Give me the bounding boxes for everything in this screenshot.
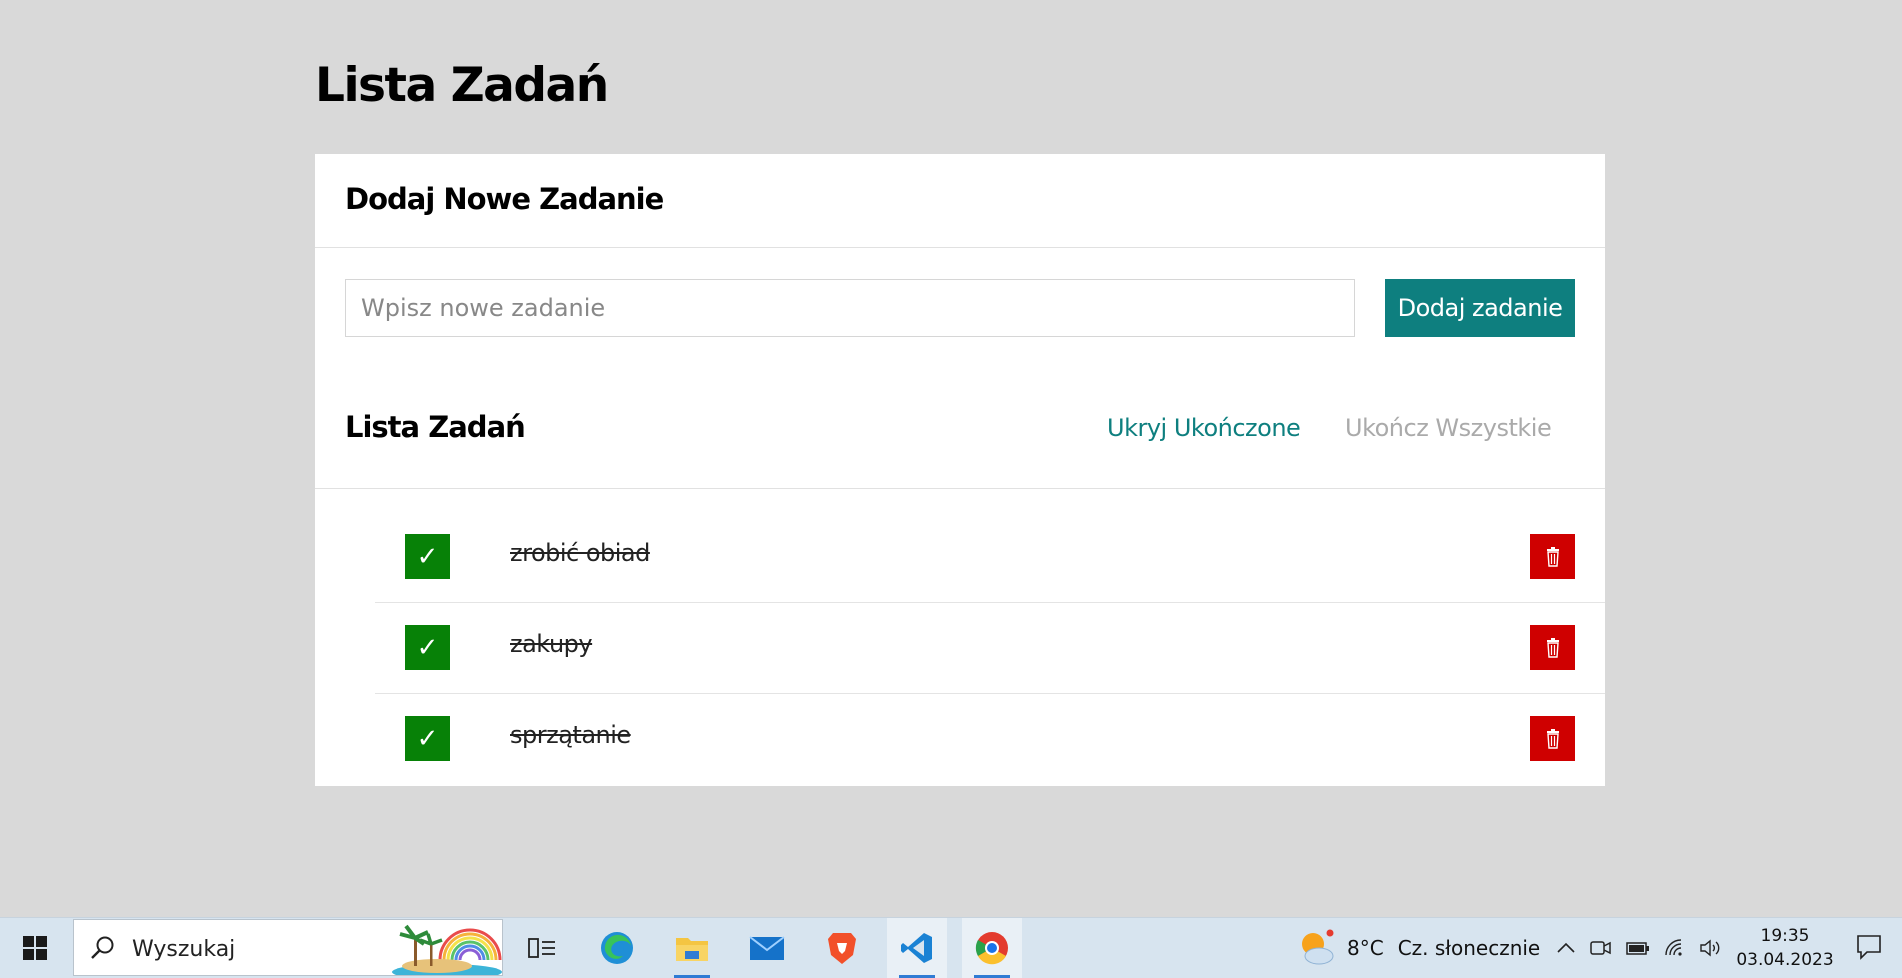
task-list-heading: Lista Zadań: [345, 410, 526, 444]
task-item: ✓ zrobić obiad: [375, 512, 1605, 603]
complete-check-button[interactable]: ✓: [405, 716, 450, 761]
brave-button[interactable]: [812, 918, 872, 978]
chrome-button[interactable]: [962, 918, 1022, 978]
start-button[interactable]: [0, 918, 70, 978]
mail-icon: [749, 936, 785, 960]
task-text: zakupy: [510, 630, 593, 658]
battery-icon[interactable]: [1625, 937, 1651, 959]
search-label: Wyszukaj: [132, 937, 236, 962]
delete-task-button[interactable]: [1530, 534, 1575, 579]
task-list: ✓ zrobić obiad ✓ zakupy ✓ sprzątanie: [375, 512, 1605, 784]
complete-check-button[interactable]: ✓: [405, 625, 450, 670]
task-text: zrobić obiad: [510, 539, 650, 567]
task-item: ✓ zakupy: [375, 603, 1605, 694]
task-item: ✓ sprzątanie: [375, 694, 1605, 784]
taskbar-clock[interactable]: 19:35 03.04.2023: [1735, 924, 1835, 972]
vscode-button[interactable]: [887, 918, 947, 978]
notification-center-icon[interactable]: [1855, 933, 1883, 961]
edge-icon: [601, 932, 633, 964]
chevron-up-icon[interactable]: [1555, 937, 1577, 959]
meet-camera-icon[interactable]: [1589, 937, 1613, 959]
task-view-button[interactable]: [512, 918, 572, 978]
island-illustration-icon: [392, 920, 502, 975]
taskbar: Wyszukaj 8°C Cz. słonecznie 19:35 03.04.…: [0, 917, 1902, 978]
weather-widget[interactable]: 8°C Cz. słonecznie: [1297, 918, 1540, 978]
search-icon: [91, 936, 114, 959]
add-task-button[interactable]: Dodaj zadanie: [1385, 279, 1575, 337]
task-text: sprzątanie: [510, 721, 631, 749]
volume-icon[interactable]: [1699, 937, 1723, 959]
system-tray: [1555, 918, 1723, 978]
trash-icon: [1546, 728, 1559, 749]
taskbar-search[interactable]: Wyszukaj: [73, 919, 503, 976]
file-explorer-icon: [676, 938, 708, 961]
page-title: Lista Zadań: [315, 58, 609, 113]
task-view-icon: [528, 938, 555, 958]
edge-button[interactable]: [587, 918, 647, 978]
clock-date: 03.04.2023: [1736, 950, 1834, 970]
file-explorer-button[interactable]: [662, 918, 722, 978]
windows-logo-icon: [23, 936, 47, 960]
divider: [315, 488, 1605, 489]
weather-description: Cz. słonecznie: [1397, 936, 1541, 960]
task-card: Dodaj Nowe Zadanie Dodaj zadanie Lista Z…: [315, 154, 1605, 786]
add-task-header: Dodaj Nowe Zadanie: [315, 154, 1605, 248]
delete-task-button[interactable]: [1530, 716, 1575, 761]
delete-task-button[interactable]: [1530, 625, 1575, 670]
clock-time: 19:35: [1760, 926, 1810, 946]
add-task-heading: Dodaj Nowe Zadanie: [345, 182, 664, 216]
trash-icon: [1546, 546, 1559, 567]
trash-icon: [1546, 637, 1559, 658]
mail-button[interactable]: [737, 918, 797, 978]
new-task-input[interactable]: [345, 279, 1355, 337]
chrome-icon: [975, 932, 1008, 965]
complete-all-button[interactable]: Ukończ Wszystkie: [1345, 414, 1552, 442]
hide-completed-button[interactable]: Ukryj Ukończone: [1107, 414, 1301, 442]
brave-icon: [828, 933, 856, 964]
complete-check-button[interactable]: ✓: [405, 534, 450, 579]
weather-partly-sunny-icon: [1302, 929, 1334, 965]
weather-temperature: 8°C: [1347, 936, 1384, 960]
vscode-icon: [901, 933, 932, 963]
wifi-icon[interactable]: [1663, 937, 1687, 959]
